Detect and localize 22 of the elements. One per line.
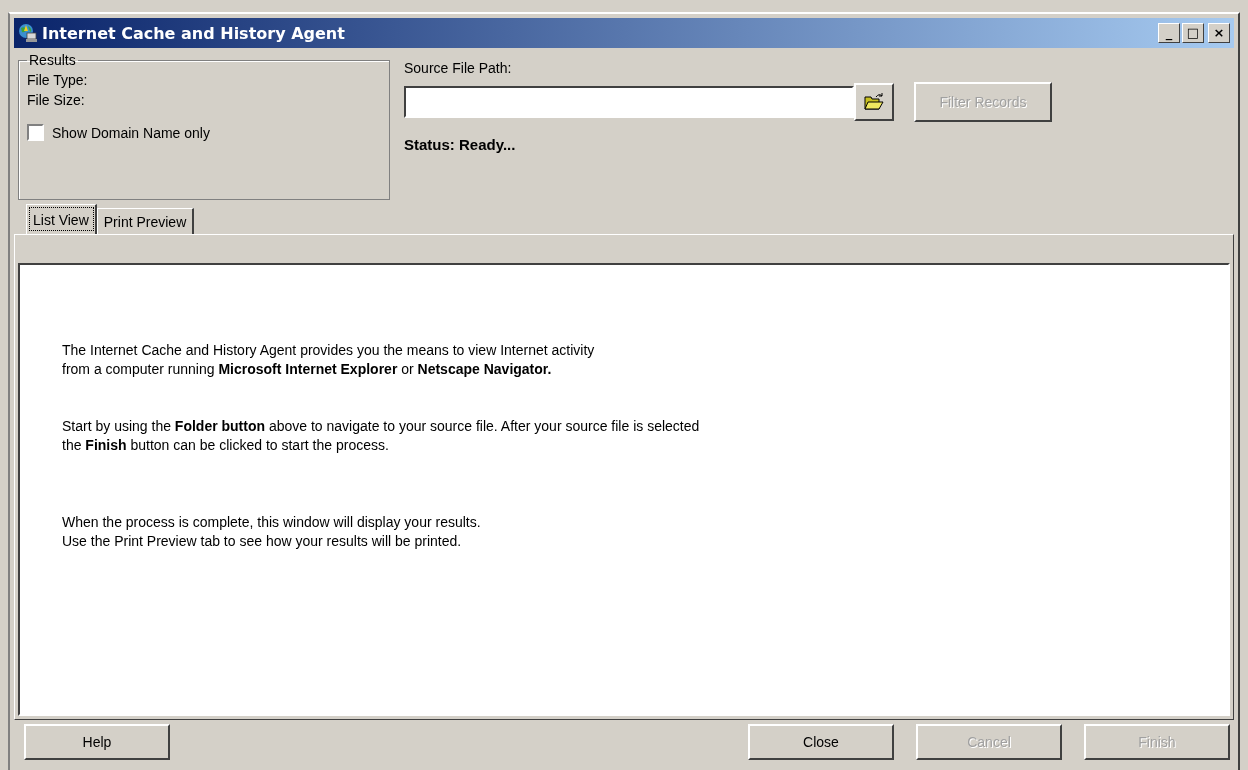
minimize-button[interactable]: _ — [1158, 23, 1180, 43]
tab[interactable]: Print Preview — [96, 208, 195, 234]
paragraph: Start by using the Folder button above to navigate to your source file. After your source file is selected the Finish button can be clicked to start the process. — [62, 417, 700, 455]
group-label: Results — [28, 52, 77, 68]
paragraph: When the process is complete, this window will display your results. Use the Print Preview tab to see how your results will be printed. — [62, 513, 481, 551]
status-text: Status: Ready... — [404, 136, 517, 153]
globe-computer-icon — [18, 23, 38, 43]
folder-icon — [864, 93, 884, 111]
help-button[interactable]: Help — [24, 724, 170, 760]
field-label: Source File Path: — [404, 60, 513, 76]
path-input-field[interactable] — [404, 86, 854, 118]
dialog-button[interactable]: Close — [748, 724, 894, 760]
paragraph: The Internet Cache and History Agent provides you the means to view Internet activity from a computer running Microsoft Internet Explorer or Netscape Navigator. — [62, 341, 595, 379]
window-title: Internet Cache and History Agent — [42, 23, 346, 43]
field-label: File Type: — [27, 71, 89, 90]
tab[interactable]: List View — [26, 204, 97, 234]
maximize-button[interactable]: □ — [1182, 23, 1204, 43]
folder-button[interactable] — [854, 83, 894, 121]
checkbox[interactable] — [27, 124, 44, 141]
field-label: File Size: — [27, 91, 86, 110]
checkbox-label: Show Domain Name only — [52, 124, 210, 141]
close-button[interactable]: × — [1208, 23, 1230, 43]
